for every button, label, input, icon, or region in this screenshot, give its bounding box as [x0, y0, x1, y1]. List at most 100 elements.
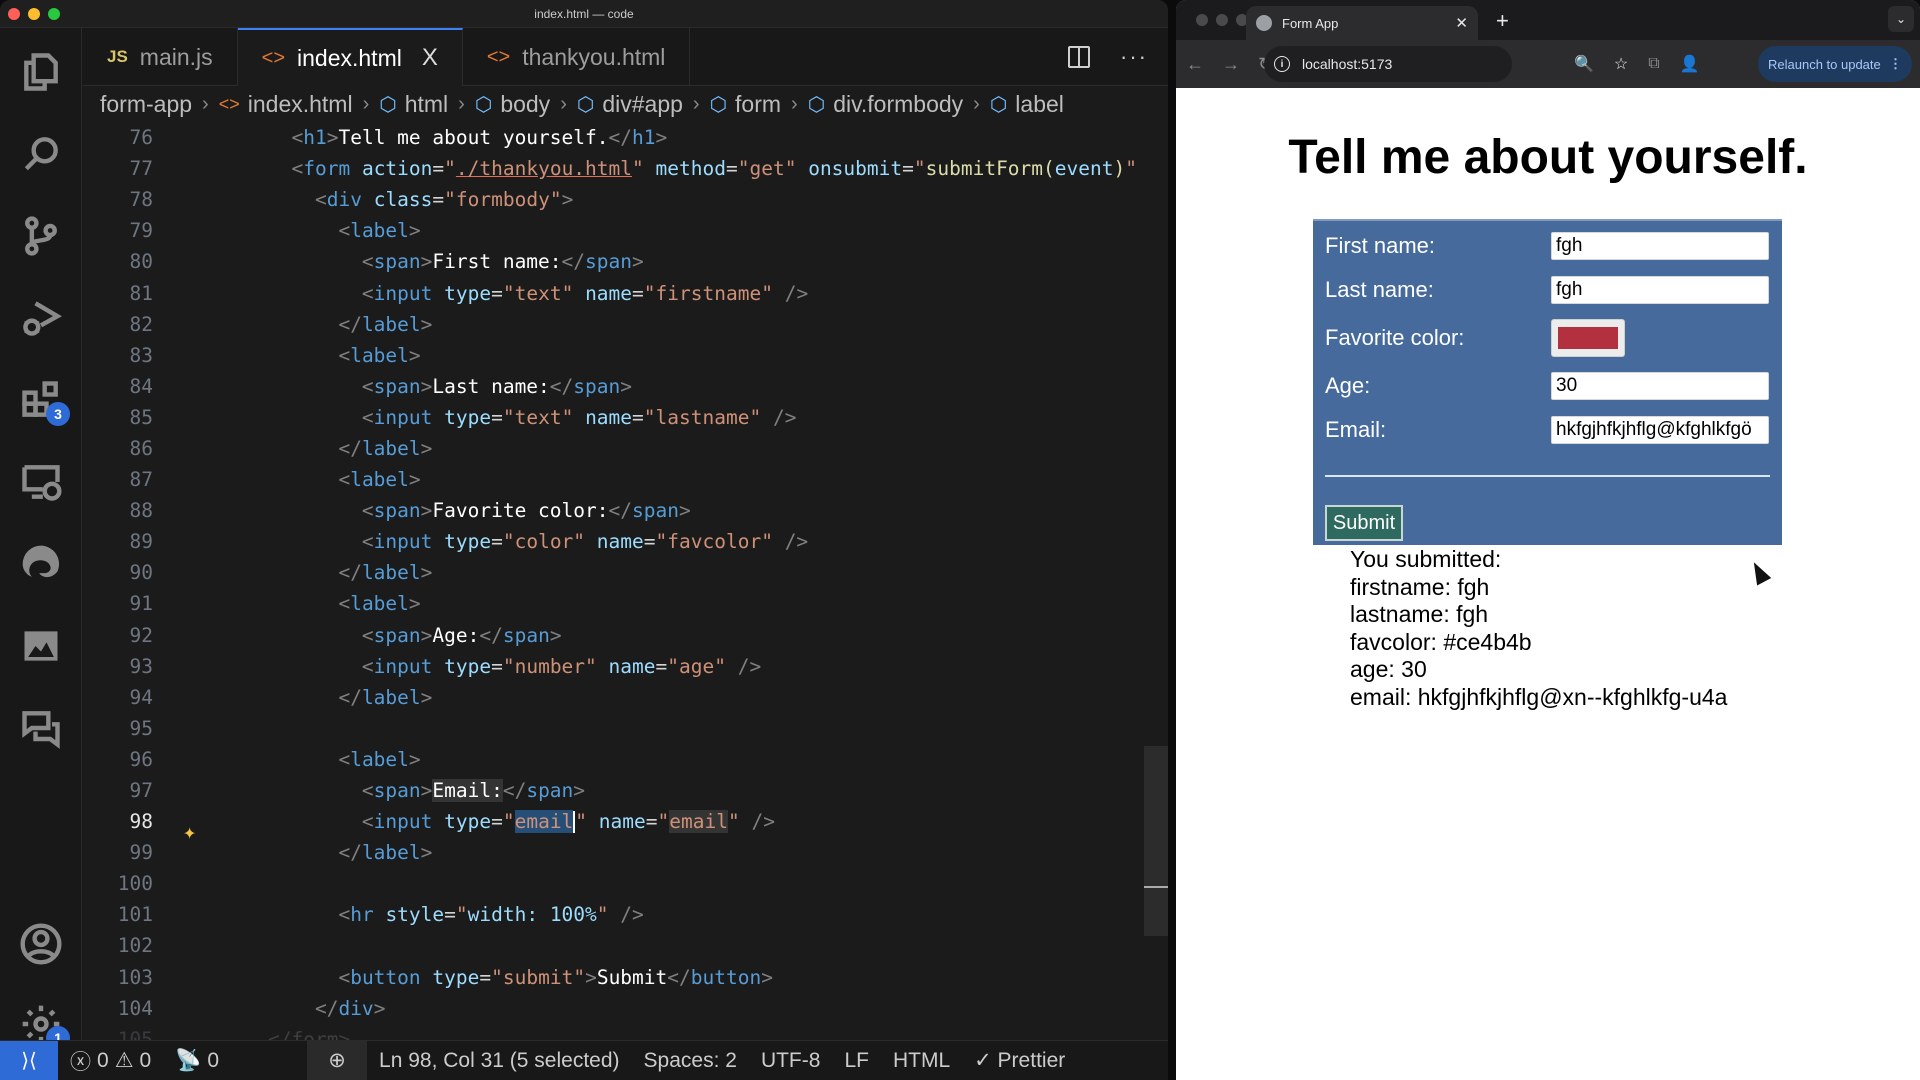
code-line-current: 98 ✦ <input type="email " name="email" /> — [83, 806, 1168, 845]
remote-indicator-icon[interactable]: ⟩⟨ — [0, 1040, 58, 1080]
kebab-menu-icon[interactable]: ⋮ — [1889, 56, 1902, 72]
profile-avatar-icon[interactable]: 👤 — [1680, 54, 1700, 74]
breadcrumb-item[interactable]: index.html — [248, 91, 353, 118]
web-page: Tell me about yourself. First name: fgh … — [1176, 88, 1920, 1080]
language-mode[interactable]: HTML — [881, 1041, 962, 1080]
new-tab-icon[interactable]: + — [1496, 8, 1509, 34]
prettier-status[interactable]: ✓ Prettier — [962, 1041, 1077, 1080]
activity-run-debug[interactable] — [0, 288, 82, 348]
lastname-input[interactable]: fgh — [1551, 276, 1769, 304]
site-info-icon[interactable]: i — [1274, 56, 1290, 72]
zoom-icon[interactable]: ⊕ — [307, 1040, 368, 1080]
code-editor[interactable]: 76 <h1>Tell me about yourself.</h1> 77 <… — [83, 122, 1168, 1051]
code-line: 85 <input type="text" name="lastname" /> — [83, 402, 1168, 433]
indentation[interactable]: Spaces: 2 — [632, 1041, 749, 1080]
element-cube-icon: ⬡ — [576, 93, 595, 116]
back-icon[interactable]: ← — [1186, 54, 1204, 75]
problems-indicator[interactable]: ⓧ 0 ⚠ 0 — [58, 1041, 163, 1080]
url-text[interactable]: localhost:5173 — [1302, 56, 1392, 72]
zoom-icon[interactable]: 🔍 — [1574, 54, 1594, 74]
maximize-window-button[interactable] — [48, 8, 60, 20]
ports-indicator[interactable]: 📡 0 — [163, 1041, 231, 1080]
editor-actions: ··· — [1068, 28, 1148, 86]
breadcrumb-item[interactable]: div#app — [602, 91, 683, 118]
code-line: 81 <input type="text" name="firstname" /… — [83, 277, 1168, 308]
favcolor-picker[interactable] — [1551, 319, 1625, 357]
tab-label: index.html — [297, 44, 402, 71]
forward-icon[interactable]: → — [1222, 54, 1240, 75]
code-text: </label> — [338, 561, 433, 585]
activity-accounts[interactable] — [0, 914, 82, 974]
browser-tab[interactable]: Form App ✕ — [1246, 6, 1478, 40]
color-swatch — [1558, 327, 1618, 349]
code-line: 103 <button type="submit">Submit</button… — [83, 962, 1168, 993]
breadcrumb-item[interactable]: html — [405, 91, 448, 118]
activity-image-preview[interactable] — [0, 616, 82, 676]
close-window-button[interactable] — [8, 8, 20, 20]
breadcrumb-item[interactable]: label — [1015, 91, 1064, 118]
code-text: <span>Last name:</span> — [361, 374, 632, 398]
line-number: 85 — [129, 405, 153, 429]
firstname-input[interactable]: fgh — [1551, 232, 1769, 260]
minimize-window-button[interactable] — [28, 8, 40, 20]
code-line: 95 — [83, 713, 1168, 744]
line-endings[interactable]: LF — [832, 1041, 881, 1080]
extensions-puzzle-icon[interactable]: ⧉ — [1648, 55, 1659, 73]
code-line: 90 </label> — [83, 557, 1168, 588]
code-line: 88 <span>Favorite color:</span> — [83, 495, 1168, 526]
tab-search-chevron-icon[interactable]: ⌄ — [1888, 6, 1914, 32]
code-text: <label> — [338, 747, 421, 771]
split-editor-icon[interactable] — [1068, 46, 1091, 68]
relaunch-update-button[interactable]: Relaunch to update ⋮ — [1758, 46, 1912, 82]
breadcrumb-item[interactable]: div.formbody — [833, 91, 963, 118]
tab-main-js[interactable]: JS main.js — [83, 28, 238, 86]
account-icon — [20, 923, 62, 965]
chevron-right-icon: › — [560, 92, 567, 115]
submit-button[interactable]: Submit — [1325, 505, 1403, 541]
activity-edge-devtools[interactable] — [0, 534, 82, 594]
encoding[interactable]: UTF-8 — [749, 1041, 833, 1080]
minimize-window-button[interactable] — [1216, 14, 1228, 26]
bookmark-star-icon[interactable]: ☆ — [1614, 54, 1628, 74]
breadcrumb: form-app › <> index.html › ⬡ html › ⬡ bo… — [83, 86, 1168, 122]
code-line: 104 </div> — [83, 993, 1168, 1024]
activity-source-control[interactable] — [0, 206, 82, 266]
tab-thankyou-html[interactable]: <> thankyou.html — [463, 28, 691, 86]
activity-search[interactable] — [0, 124, 82, 184]
activity-explorer[interactable] — [0, 42, 82, 102]
address-bar[interactable]: i localhost:5173 — [1264, 46, 1512, 82]
age-label: Age: — [1325, 373, 1371, 398]
close-tab-icon[interactable]: ✕ — [1455, 14, 1468, 32]
line-number: 94 — [129, 685, 153, 709]
chevron-right-icon: › — [202, 92, 209, 115]
form-row-lastname: Last name: fgh — [1325, 275, 1770, 305]
close-window-button[interactable] — [1196, 14, 1208, 26]
line-number: 89 — [129, 530, 153, 554]
html-file-icon: <> — [218, 93, 240, 114]
code-text: <input type="email " name="email" /> — [361, 809, 775, 834]
scrollbar-cursor-marker — [1144, 886, 1168, 888]
line-number: 101 — [117, 903, 153, 927]
activity-remote-explorer[interactable] — [0, 452, 82, 512]
code-line: 97 <span>Email:</span> — [83, 775, 1168, 806]
more-actions-icon[interactable]: ··· — [1120, 44, 1148, 70]
error-icon: ⓧ — [70, 1050, 91, 1074]
breadcrumb-item[interactable]: body — [500, 91, 550, 118]
form-body: First name: fgh Last name: fgh Favorite … — [1313, 219, 1782, 586]
tab-index-html[interactable]: <> index.html X — [237, 28, 463, 86]
remote-explorer-icon — [22, 465, 62, 501]
mouse-pointer-icon — [1746, 558, 1772, 586]
breadcrumb-item[interactable]: form — [735, 91, 781, 118]
breadcrumb-item[interactable]: form-app — [100, 91, 192, 118]
line-number: 96 — [129, 747, 153, 771]
age-input[interactable]: 30 — [1551, 372, 1769, 400]
email-input[interactable]: hkfgjhfkjhflg@kfghlkfgö — [1551, 416, 1769, 444]
close-tab-icon[interactable]: X — [422, 44, 438, 72]
chevron-right-icon: › — [973, 92, 980, 115]
form-row-firstname: First name: fgh — [1325, 231, 1770, 261]
vscode-window: index.html — code 3 1 JS main.js <> inde… — [0, 0, 1168, 1080]
activity-chat[interactable] — [0, 698, 82, 758]
activity-extensions[interactable]: 3 — [0, 370, 82, 430]
editor-scrollbar[interactable] — [1144, 746, 1168, 936]
cursor-position[interactable]: Ln 98, Col 31 (5 selected) — [367, 1041, 631, 1080]
